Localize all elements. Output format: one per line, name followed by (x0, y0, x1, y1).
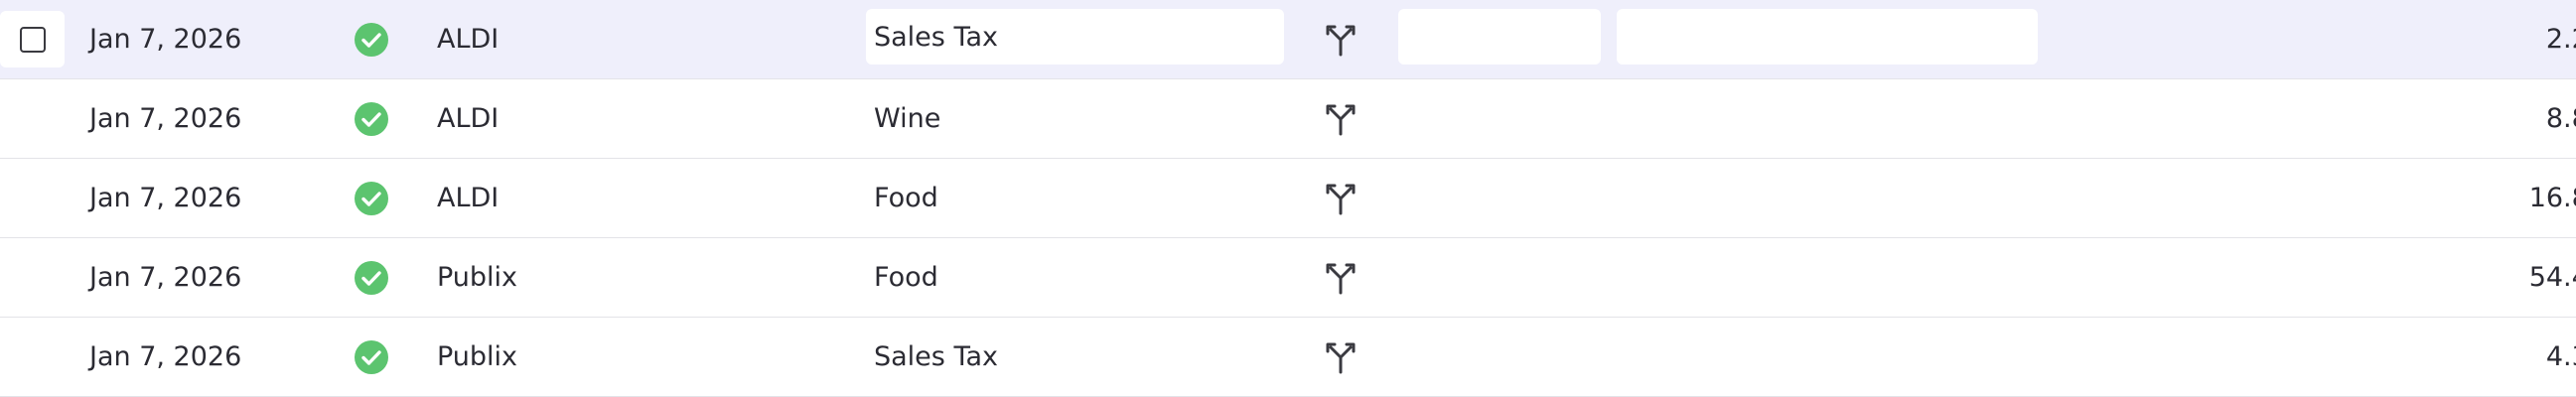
transaction-date: Jan 7, 2026 (89, 183, 242, 213)
table-row[interactable]: Jan 7, 2026 ALDI Sales Tax 2.24 (0, 0, 2576, 79)
split-arrow-icon[interactable] (1323, 159, 1359, 237)
table-row[interactable]: Jan 7, 2026 Publix Sales Tax 4.36 (0, 318, 2576, 397)
transaction-date: Jan 7, 2026 (89, 341, 242, 372)
transaction-date: Jan 7, 2026 (89, 103, 242, 134)
category-label[interactable]: Food (874, 238, 938, 317)
transaction-date: Jan 7, 2026 (89, 24, 242, 55)
split-arrow-icon[interactable] (1323, 0, 1359, 78)
transaction-date: Jan 7, 2026 (89, 262, 242, 293)
category-label[interactable]: Wine (874, 79, 940, 158)
row-select-cell[interactable] (0, 11, 65, 67)
split-arrow-icon[interactable] (1323, 79, 1359, 158)
transaction-amount: 4.36 (2545, 341, 2576, 372)
notes-field[interactable] (1617, 9, 2038, 65)
check-circle-icon[interactable] (353, 159, 390, 237)
merchant-name[interactable]: ALDI (437, 79, 499, 158)
check-circle-icon[interactable] (353, 79, 390, 158)
category-field[interactable]: Sales Tax (866, 9, 1284, 65)
merchant-name[interactable]: Publix (437, 318, 517, 396)
table-row[interactable]: Jan 7, 2026 ALDI Wine 8.89 (0, 79, 2576, 159)
transaction-amount: 2.24 (2545, 24, 2576, 55)
transaction-amount: 8.89 (2545, 103, 2576, 134)
merchant-name[interactable]: ALDI (437, 0, 499, 78)
transactions-table: Jan 7, 2026 ALDI Sales Tax 2.24 Jan 7, 2… (0, 0, 2576, 397)
category-label[interactable]: Sales Tax (874, 318, 998, 396)
tags-field[interactable] (1398, 9, 1601, 65)
split-arrow-icon[interactable] (1323, 238, 1359, 317)
merchant-name[interactable]: Publix (437, 238, 517, 317)
merchant-name[interactable]: ALDI (437, 159, 499, 237)
check-circle-icon[interactable] (353, 0, 390, 78)
check-circle-icon[interactable] (353, 318, 390, 396)
transaction-amount: 54.44 (2528, 262, 2576, 293)
row-checkbox[interactable] (19, 26, 46, 53)
split-arrow-icon[interactable] (1323, 318, 1359, 396)
check-circle-icon[interactable] (353, 238, 390, 317)
transaction-amount: 16.83 (2528, 183, 2576, 213)
table-row[interactable]: Jan 7, 2026 Publix Food 54.44 (0, 238, 2576, 318)
category-label[interactable]: Food (874, 159, 938, 237)
table-row[interactable]: Jan 7, 2026 ALDI Food 16.83 (0, 159, 2576, 238)
